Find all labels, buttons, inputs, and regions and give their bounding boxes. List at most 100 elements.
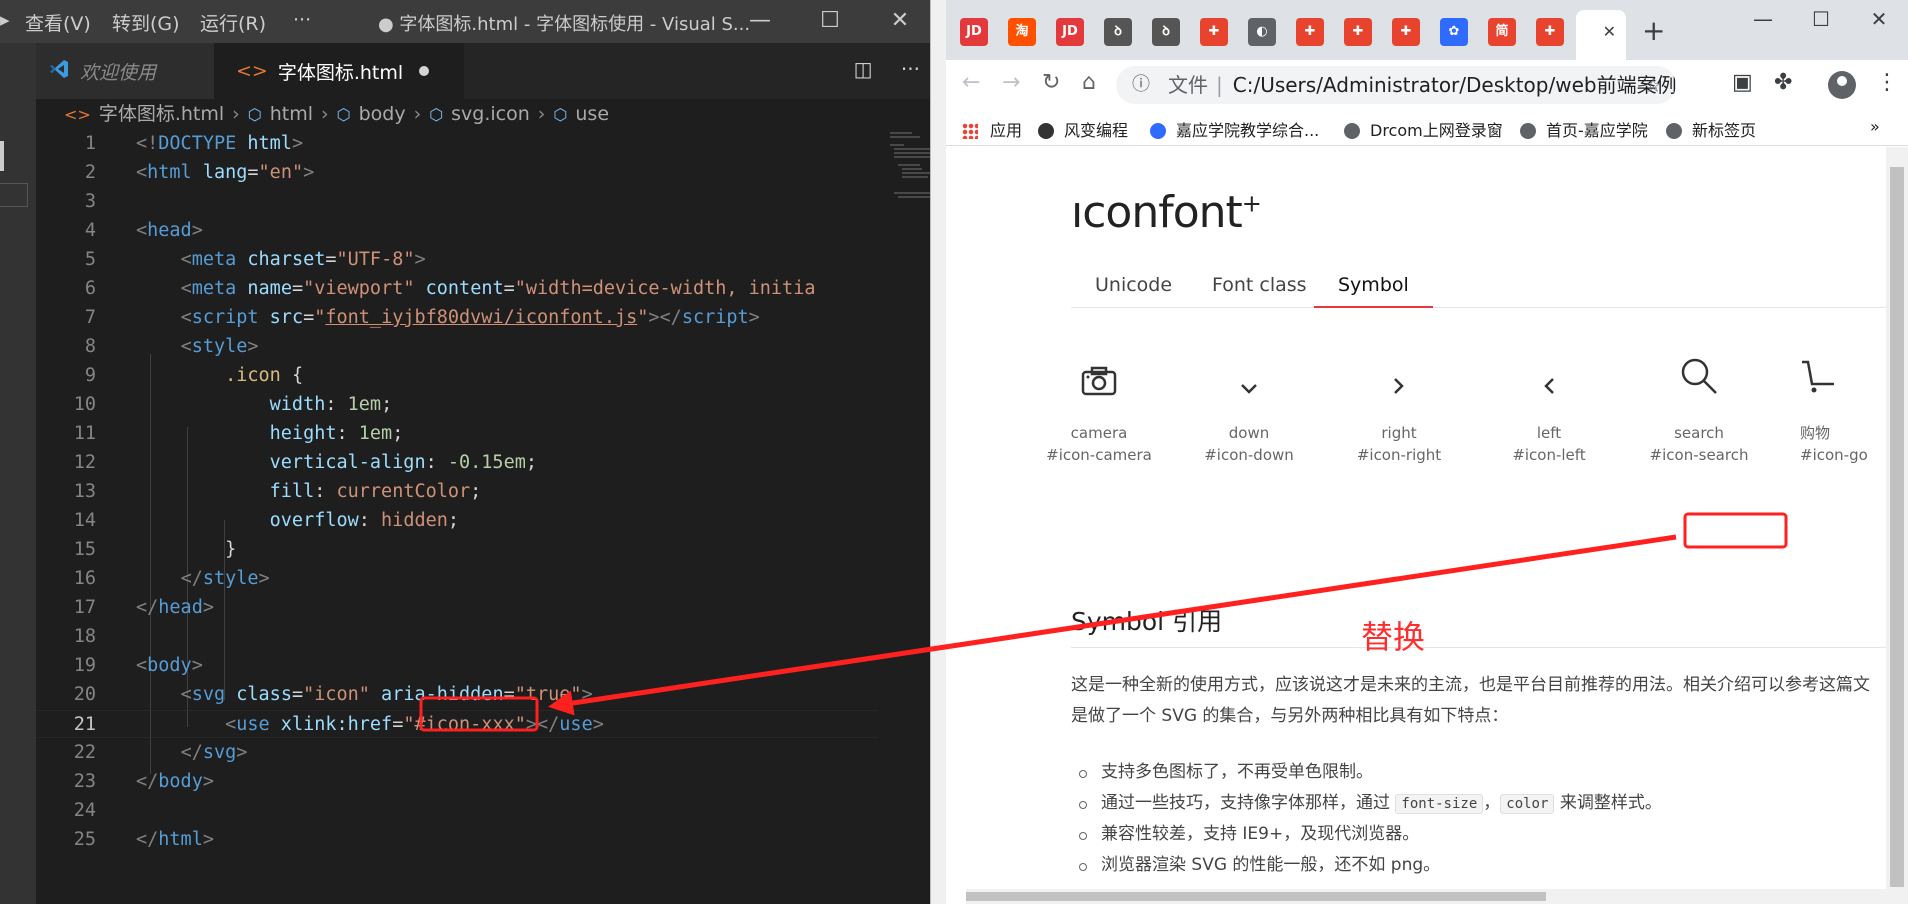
- minimap-line: [894, 156, 930, 158]
- globe-icon: [1520, 123, 1536, 139]
- chrome-window: JD 淘 JD ꝺ ꝺ ✚ ◐ ✚ ✚ ✚ ✿ 简 ✚ ✕ + — ☐ ✕ ← → …: [946, 0, 1908, 904]
- page-scrollbar[interactable]: [1886, 147, 1908, 904]
- bookmark-item[interactable]: 新标签页: [1666, 117, 1756, 141]
- icon-name: down: [1228, 424, 1270, 442]
- tab-close-icon[interactable]: ✕: [1603, 22, 1616, 41]
- icon-item-camera[interactable]: camera #icon-camera: [1024, 352, 1174, 466]
- info-icon[interactable]: ⓘ: [1132, 66, 1150, 104]
- forward-arrow-icon[interactable]: →: [1002, 70, 1020, 95]
- browser-tab[interactable]: JD: [960, 18, 988, 46]
- address-url[interactable]: C:/Users/Administrator/Desktop/web前端案例/i…: [1233, 73, 1676, 97]
- browser-tab[interactable]: 淘: [1008, 18, 1036, 46]
- active-browser-tab[interactable]: ✕: [1576, 10, 1626, 60]
- address-bar[interactable]: ⓘ 文件 | C:/Users/Administrator/Desktop/web前…: [1116, 66, 1676, 104]
- bookmark-item[interactable]: 风变编程: [1038, 117, 1128, 141]
- split-editor-icon[interactable]: ◫: [854, 57, 873, 81]
- vscode-logo-icon: [48, 58, 70, 85]
- horizontal-scrollbar[interactable]: [966, 889, 1886, 904]
- tab-symbol[interactable]: Symbol: [1314, 262, 1433, 308]
- code-line: 13 fill: currentColor;: [73, 481, 482, 502]
- browser-tab[interactable]: ✚: [1536, 18, 1564, 46]
- browser-tab[interactable]: ꝺ: [1152, 18, 1180, 46]
- new-tab-button[interactable]: +: [1642, 14, 1665, 47]
- menu-go[interactable]: 转到(G): [112, 9, 180, 36]
- code-line: 20 <svg class="icon" aria-hidden="true">: [73, 684, 593, 705]
- tab-unicode[interactable]: Unicode: [1071, 262, 1196, 308]
- breadcrumb-item[interactable]: html: [270, 103, 313, 125]
- minimize-button[interactable]: —: [740, 4, 780, 38]
- browser-tab[interactable]: JD: [1056, 18, 1084, 46]
- globe-icon: [1344, 123, 1360, 139]
- globe-icon: [1666, 123, 1682, 139]
- scrollbar-thumb[interactable]: [966, 892, 1546, 901]
- bookmark-item[interactable]: 嘉应学院教学综合...: [1150, 117, 1319, 141]
- cube-icon: ⬡: [553, 105, 568, 124]
- browser-tab[interactable]: ✚: [1344, 18, 1372, 46]
- icon-code: #icon-right: [1356, 446, 1442, 464]
- browser-tab[interactable]: ꝺ: [1104, 18, 1132, 46]
- browser-tab[interactable]: ✿: [1440, 18, 1468, 46]
- tab-welcome[interactable]: 欢迎使用: [36, 43, 214, 99]
- breadcrumb-item[interactable]: svg.icon: [451, 103, 530, 125]
- minimap-line: [902, 172, 930, 174]
- maximize-button[interactable]: ☐: [810, 4, 850, 38]
- icon-code: #icon-search: [1649, 446, 1749, 464]
- icon-item-down[interactable]: down #icon-down: [1174, 352, 1324, 466]
- back-arrow-icon[interactable]: ←: [962, 70, 980, 95]
- extension-icon[interactable]: ▣: [1732, 70, 1753, 95]
- list-item: 兼容性较差，支持 IE9+，及现代浏览器。: [1079, 819, 1662, 850]
- iconfont-logo[interactable]: ıconfont+: [1071, 187, 1262, 238]
- maximize-button[interactable]: ☐: [1792, 0, 1850, 38]
- scrollbar-thumb[interactable]: [1890, 167, 1904, 887]
- breadcrumb-item[interactable]: 字体图标.html: [99, 103, 224, 125]
- icon-item-search[interactable]: search #icon-search: [1624, 352, 1774, 466]
- apps-grid-icon: [962, 123, 978, 139]
- menu-view[interactable]: 查看(V): [25, 9, 91, 36]
- code-line: 7 <script src="font_iyjbf80dvwi/iconfont…: [84, 307, 760, 328]
- browser-tab[interactable]: ✚: [1296, 18, 1324, 46]
- script-src-link[interactable]: font_iyjbf80dvwi/iconfont.js: [325, 307, 637, 328]
- close-button[interactable]: ✕: [880, 4, 920, 38]
- browser-tab[interactable]: 简: [1488, 18, 1516, 46]
- more-actions-icon[interactable]: ···: [901, 57, 920, 81]
- icon-item-left[interactable]: left #icon-left: [1474, 352, 1624, 466]
- editor-actions: ◫ ···: [832, 57, 920, 81]
- browser-tab[interactable]: ✚: [1200, 18, 1228, 46]
- close-button[interactable]: ✕: [1850, 0, 1908, 38]
- vscode-titlebar: ▸ 查看(V) 转到(G) 运行(R) ··· ● 字体图标.html - 字体…: [0, 0, 930, 43]
- profile-avatar-icon[interactable]: [1828, 71, 1856, 99]
- menu-more[interactable]: ···: [293, 9, 311, 31]
- page-viewport: ıconfont+ Unicode Font class Symbol came…: [946, 147, 1908, 904]
- icon-item-right[interactable]: right #icon-right: [1324, 352, 1474, 466]
- minimap-line: [898, 196, 930, 198]
- menu-run[interactable]: 运行(R): [200, 9, 266, 36]
- breadcrumb-item[interactable]: use: [575, 103, 609, 125]
- tab-html-file[interactable]: <> 字体图标.html: [214, 43, 464, 99]
- bookmark-star-icon[interactable]: ☆: [1644, 66, 1662, 104]
- bookmark-item[interactable]: 首页-嘉应学院: [1520, 117, 1648, 141]
- browser-tab[interactable]: ◐: [1248, 18, 1276, 46]
- browser-tab[interactable]: ✚: [1392, 18, 1420, 46]
- puzzle-icon[interactable]: ✤: [1774, 70, 1792, 95]
- minimize-button[interactable]: —: [1734, 0, 1792, 38]
- home-icon[interactable]: ⌂: [1082, 70, 1096, 95]
- chrome-menu-icon[interactable]: ⋮: [1876, 70, 1898, 95]
- section-divider: [1071, 647, 1901, 648]
- unsaved-dot-icon[interactable]: [419, 66, 430, 76]
- code-line: 19 <body>: [73, 655, 203, 676]
- icon-id-value[interactable]: #icon-xxx: [414, 714, 514, 735]
- bookmark-apps[interactable]: 应用: [962, 117, 1022, 141]
- code-editor[interactable]: 1 <!DOCTYPE html> 2 <html lang="en"> 3 4 <h…: [36, 130, 930, 904]
- code-line: 12 vertical-align: -0.15em;: [73, 452, 537, 473]
- minimap-line: [894, 192, 930, 194]
- breadcrumb-item[interactable]: body: [359, 103, 406, 125]
- minimap[interactable]: [878, 130, 930, 904]
- code-line: 6 <meta name="viewport" content="width=d…: [84, 278, 816, 299]
- reload-icon[interactable]: ↻: [1042, 70, 1060, 95]
- bookmark-item[interactable]: Drcom上网登录窗: [1344, 117, 1503, 141]
- tab-font-class[interactable]: Font class: [1188, 262, 1331, 308]
- activity-item[interactable]: [0, 183, 28, 207]
- bookmarks-overflow-button[interactable]: »: [1870, 117, 1880, 136]
- html-file-icon: <>: [236, 60, 268, 82]
- menu-partial[interactable]: ▸: [0, 9, 10, 31]
